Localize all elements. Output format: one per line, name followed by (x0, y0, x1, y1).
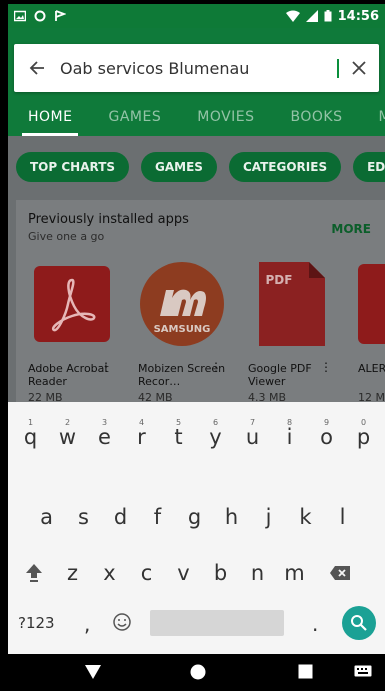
key-i[interactable]: 8i (271, 412, 308, 462)
status-bar: 14:56 (8, 4, 385, 28)
key-h[interactable]: h (213, 492, 250, 542)
close-icon[interactable] (339, 56, 379, 81)
key-v[interactable]: v (165, 548, 202, 598)
comma-key[interactable]: , (84, 612, 90, 636)
app-list: Adobe Acrobat Reader 22 MB ⋮ SAMSUNG Mob… (28, 260, 385, 404)
chip-top-charts[interactable]: TOP CHARTS (16, 152, 130, 182)
shift-icon[interactable] (14, 548, 54, 598)
emoji-icon[interactable] (112, 612, 132, 636)
home-circle-icon[interactable] (190, 664, 206, 684)
search-icon (351, 615, 367, 631)
acrobat-icon (28, 260, 116, 348)
keyboard-row-3: z x c v b n m (8, 548, 385, 598)
chip-categories[interactable]: CATEGORIES (228, 152, 342, 182)
app-card[interactable]: ALER 12 MI (358, 260, 385, 404)
app-header: Oab servicos Blumenau HOME GAMES MOVIES … (8, 28, 385, 136)
navigation-bar (8, 654, 385, 691)
key-y[interactable]: 6y (197, 412, 234, 462)
previously-installed-card: Previously installed apps Give one a go … (16, 200, 385, 405)
key-t[interactable]: 5t (160, 412, 197, 462)
key-e[interactable]: 3e (86, 412, 123, 462)
key-j[interactable]: j (250, 492, 287, 542)
key-w[interactable]: 2w (49, 412, 86, 462)
key-c[interactable]: c (128, 548, 165, 598)
more-button[interactable]: MORE (331, 222, 371, 236)
more-vert-icon[interactable]: ⋮ (320, 360, 332, 374)
app-card[interactable]: PDF Google PDF Viewer 4.3 MB ⋮ (248, 260, 336, 404)
key-p[interactable]: 0p (345, 412, 382, 462)
key-q[interactable]: 1q (12, 412, 49, 462)
symbols-key[interactable]: ?123 (18, 614, 55, 632)
key-k[interactable]: k (287, 492, 324, 542)
status-time: 14:56 (337, 8, 379, 24)
keyboard-row-2: a s d f g h j k l (8, 492, 385, 542)
key-n[interactable]: n (239, 548, 276, 598)
key-m[interactable]: m (276, 548, 313, 598)
gallery-icon (14, 10, 26, 22)
space-key[interactable] (150, 610, 284, 636)
key-u[interactable]: 7u (234, 412, 271, 462)
backspace-icon[interactable] (313, 548, 367, 598)
key-a[interactable]: a (28, 492, 65, 542)
chip-games[interactable]: GAMES (141, 152, 217, 182)
mobizen-icon: SAMSUNG (138, 260, 226, 348)
circle-notification-icon (34, 10, 46, 22)
back-triangle-icon[interactable] (84, 664, 102, 684)
keyboard-row-1: 1q 2w 3e 4r 5t 6y 7u 8i 9o 0p (8, 412, 385, 462)
search-input[interactable]: Oab servicos Blumenau (60, 58, 339, 78)
tab-home[interactable]: HOME (21, 109, 80, 136)
search-key[interactable] (342, 606, 376, 640)
recents-square-icon[interactable] (298, 664, 313, 683)
key-o[interactable]: 9o (308, 412, 345, 462)
chip-row: TOP CHARTS GAMES CATEGORIES EDITO (16, 152, 385, 182)
partial-app-icon (358, 260, 385, 348)
section-subtitle: Give one a go (28, 230, 105, 243)
app-card[interactable]: SAMSUNG Mobizen Screen Recor… 42 MB ⋮ (138, 260, 226, 404)
tab-books[interactable]: BOOKS (291, 109, 343, 125)
key-b[interactable]: b (202, 548, 239, 598)
tab-games[interactable]: GAMES (108, 109, 161, 125)
app-card[interactable]: Adobe Acrobat Reader 22 MB ⋮ (28, 260, 116, 404)
key-x[interactable]: x (91, 548, 128, 598)
screen: 14:56 Oab servicos Blumenau HOME GAMES M… (8, 4, 385, 691)
section-title: Previously installed apps (28, 212, 189, 227)
key-l[interactable]: l (324, 492, 361, 542)
lte-signal-icon (305, 10, 318, 22)
flag-icon (55, 10, 66, 21)
key-g[interactable]: g (176, 492, 213, 542)
more-vert-icon[interactable]: ⋮ (210, 360, 222, 374)
app-name: ALER (358, 362, 385, 375)
key-d[interactable]: d (102, 492, 139, 542)
key-s[interactable]: s (65, 492, 102, 542)
tab-bar: HOME GAMES MOVIES BOOKS MU (8, 98, 385, 136)
battery-icon (324, 10, 332, 22)
keyboard: 1q 2w 3e 4r 5t 6y 7u 8i 9o 0p a s d f g … (8, 402, 385, 654)
period-key[interactable]: . (312, 612, 318, 636)
key-r[interactable]: 4r (123, 412, 160, 462)
store-content: TOP CHARTS GAMES CATEGORIES EDITO Previo… (8, 136, 385, 405)
back-arrow-icon[interactable] (14, 60, 60, 76)
key-f[interactable]: f (139, 492, 176, 542)
pdf-icon-label: PDF (266, 273, 293, 287)
chip-editors[interactable]: EDITO (353, 152, 385, 182)
more-vert-icon[interactable]: ⋮ (100, 360, 112, 374)
wifi-icon (285, 10, 300, 22)
search-bar[interactable]: Oab servicos Blumenau (14, 44, 379, 92)
key-z[interactable]: z (54, 548, 91, 598)
mobizen-icon-label: SAMSUNG (154, 324, 211, 335)
pdf-viewer-icon: PDF (248, 260, 336, 348)
tab-music[interactable]: MU (379, 109, 385, 125)
tab-movies[interactable]: MOVIES (197, 109, 254, 125)
keyboard-switch-icon[interactable] (354, 664, 372, 683)
